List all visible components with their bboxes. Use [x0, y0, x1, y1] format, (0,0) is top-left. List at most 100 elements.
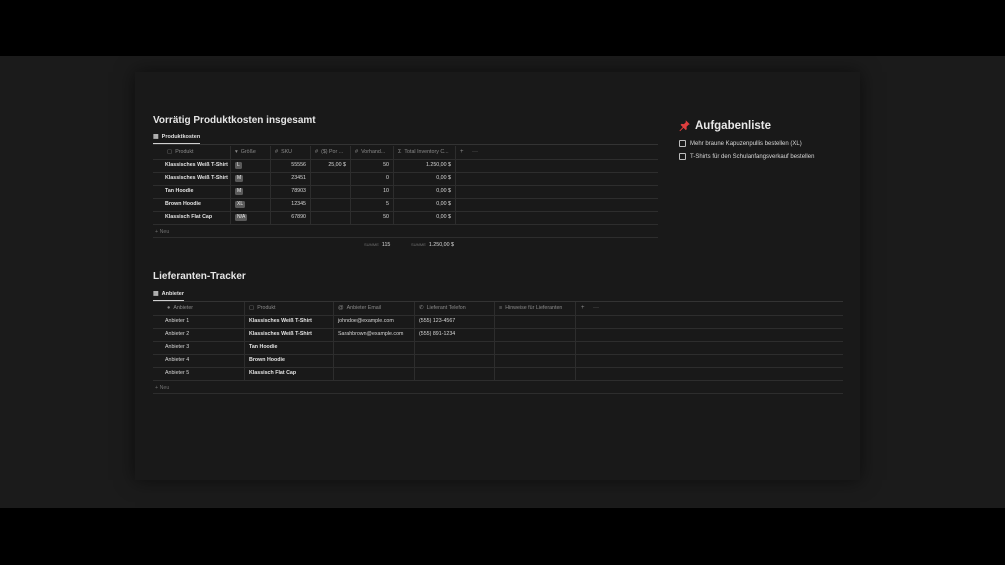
sum-vorhanden: SUMME 115: [364, 242, 390, 248]
phone-icon: ✆: [419, 305, 424, 311]
cell-hinweise[interactable]: [495, 354, 576, 367]
cell-email[interactable]: johndoe@example.com: [334, 315, 415, 328]
table-icon: ▦: [153, 134, 159, 140]
table-row[interactable]: Klassisches Weiß T-Shirt M 23451 0 0,00 …: [153, 172, 658, 186]
number-icon: #: [315, 149, 319, 155]
cell-email[interactable]: [334, 341, 415, 354]
cell-hinweise[interactable]: [495, 328, 576, 341]
cell-total: 0,00 $: [394, 185, 456, 198]
size-badge: XL: [235, 201, 246, 208]
checkbox[interactable]: [679, 140, 686, 147]
column-header-total[interactable]: Σ Total Inventory C...: [394, 146, 456, 159]
column-header-sku[interactable]: # SKU: [271, 146, 311, 159]
todo-item[interactable]: Mehr braune Kapuzenpullis bestellen (XL): [679, 140, 802, 147]
cell-vorhanden[interactable]: 10: [351, 185, 394, 198]
tab-produktkosten[interactable]: ▦ Produktkosten: [153, 133, 201, 144]
cell-hinweise[interactable]: [495, 315, 576, 328]
todo-item-label: T-Shirts für den Schulanfangsverkauf bes…: [690, 153, 815, 160]
todo-item-label: Mehr braune Kapuzenpullis bestellen (XL): [690, 140, 802, 147]
cell-produkt[interactable]: Klassisches Weiß T-Shirt: [245, 315, 334, 328]
add-column-button[interactable]: +: [581, 305, 585, 311]
column-header-hinweise[interactable]: ≡ Hinweise für Lieferanten: [495, 302, 576, 315]
more-options-button[interactable]: ···: [593, 305, 599, 311]
cell-email[interactable]: Sarahbrown@example.com: [334, 328, 415, 341]
more-options-button[interactable]: ···: [472, 149, 478, 155]
cell-anbieter[interactable]: Anbieter 1: [153, 315, 245, 328]
cell-produkt[interactable]: Klassisches Weiß T-Shirt: [153, 172, 231, 185]
at-icon: @: [338, 305, 344, 311]
section-title-produktkosten: Vorrätig Produktkosten insgesamt: [153, 115, 316, 126]
cell-groesse[interactable]: XL: [231, 198, 271, 211]
cell-produkt[interactable]: Klassisch Flat Cap: [245, 367, 334, 380]
cell-groesse[interactable]: M: [231, 185, 271, 198]
tab-anbieter[interactable]: ▦ Anbieter: [153, 290, 184, 301]
table-icon: ▦: [153, 291, 159, 297]
todo-item[interactable]: T-Shirts für den Schulanfangsverkauf bes…: [679, 153, 814, 160]
cell-anbieter[interactable]: Anbieter 4: [153, 354, 245, 367]
table-row[interactable]: Tan Hoodie M 78903 10 0,00 $: [153, 185, 658, 199]
cell-produkt[interactable]: Brown Hoodie: [245, 354, 334, 367]
cell-telefon[interactable]: (555) 123-4567: [415, 315, 495, 328]
add-column-button[interactable]: +: [460, 149, 464, 155]
cell-sku[interactable]: 78903: [271, 185, 311, 198]
cell-produkt[interactable]: Tan Hoodie: [245, 341, 334, 354]
column-header-produkt[interactable]: ▢ Produkt: [153, 146, 231, 159]
size-badge: N/A: [235, 214, 248, 221]
tab-label: Anbieter: [161, 290, 184, 297]
column-header-anbieter[interactable]: ● Anbieter: [153, 302, 245, 315]
cell-anbieter[interactable]: Anbieter 3: [153, 341, 245, 354]
cell-anbieter[interactable]: Anbieter 2: [153, 328, 245, 341]
cell-sku[interactable]: 23451: [271, 172, 311, 185]
cell-anbieter[interactable]: Anbieter 5: [153, 367, 245, 380]
column-header-email[interactable]: @ Anbieter Email: [334, 302, 415, 315]
cell-email[interactable]: [334, 367, 415, 380]
cell-hinweise[interactable]: [495, 367, 576, 380]
table-row[interactable]: Klassisches Weiß T-Shirt L 55556 25,00 $…: [153, 159, 658, 173]
table-row[interactable]: Anbieter 3 Tan Hoodie: [153, 341, 843, 355]
cell-preis[interactable]: 25,00 $: [311, 159, 351, 172]
cell-vorhanden[interactable]: 50: [351, 211, 394, 224]
cell-sku[interactable]: 55556: [271, 159, 311, 172]
column-header-vorhanden[interactable]: # Vorhand...: [351, 146, 394, 159]
cell-produkt[interactable]: Klassisches Weiß T-Shirt: [153, 159, 231, 172]
table-row[interactable]: Anbieter 4 Brown Hoodie: [153, 354, 843, 368]
cell-preis[interactable]: [311, 172, 351, 185]
table-header-row: ▢ Produkt ▾ Größe # SKU # ($) Por ... # Vorha…: [153, 146, 658, 160]
todo-heading: Aufgabenliste: [678, 119, 771, 132]
section-title-lieferanten: Lieferanten-Tracker: [153, 271, 246, 282]
cell-groesse[interactable]: N/A: [231, 211, 271, 224]
sum-total: SUMME 1.250,00 $: [411, 242, 454, 248]
cell-telefon[interactable]: [415, 354, 495, 367]
column-header-groesse[interactable]: ▾ Größe: [231, 146, 271, 159]
cell-groesse[interactable]: M: [231, 172, 271, 185]
cell-sku[interactable]: 12345: [271, 198, 311, 211]
column-header-preis[interactable]: # ($) Por ...: [311, 146, 351, 159]
cell-groesse[interactable]: L: [231, 159, 271, 172]
cell-telefon[interactable]: [415, 367, 495, 380]
column-header-telefon[interactable]: ✆ Lieferant Telefon: [415, 302, 495, 315]
cell-produkt[interactable]: Tan Hoodie: [153, 185, 231, 198]
cell-produkt[interactable]: Klassisch Flat Cap: [153, 211, 231, 224]
cell-hinweise[interactable]: [495, 341, 576, 354]
table-row[interactable]: Anbieter 2 Klassisches Weiß T-Shirt Sara…: [153, 328, 843, 342]
size-badge: L: [235, 162, 242, 169]
cell-vorhanden[interactable]: 5: [351, 198, 394, 211]
cell-sku[interactable]: 67890: [271, 211, 311, 224]
cell-preis[interactable]: [311, 185, 351, 198]
checkbox[interactable]: [679, 153, 686, 160]
cell-vorhanden[interactable]: 50: [351, 159, 394, 172]
cell-preis[interactable]: [311, 198, 351, 211]
cell-preis[interactable]: [311, 211, 351, 224]
cell-vorhanden[interactable]: 0: [351, 172, 394, 185]
cell-produkt[interactable]: Klassisches Weiß T-Shirt: [245, 328, 334, 341]
cell-produkt[interactable]: Brown Hoodie: [153, 198, 231, 211]
column-header-produkt[interactable]: ▢ Produkt: [245, 302, 334, 315]
table-row[interactable]: Anbieter 1 Klassisches Weiß T-Shirt john…: [153, 315, 843, 329]
new-row-divider: [153, 381, 843, 394]
table-row[interactable]: Anbieter 5 Klassisch Flat Cap: [153, 367, 843, 381]
cell-telefon[interactable]: (555) 891-1234: [415, 328, 495, 341]
table-row[interactable]: Brown Hoodie XL 12345 5 0,00 $: [153, 198, 658, 212]
cell-email[interactable]: [334, 354, 415, 367]
cell-telefon[interactable]: [415, 341, 495, 354]
table-row[interactable]: Klassisch Flat Cap N/A 67890 50 0,00 $: [153, 211, 658, 225]
